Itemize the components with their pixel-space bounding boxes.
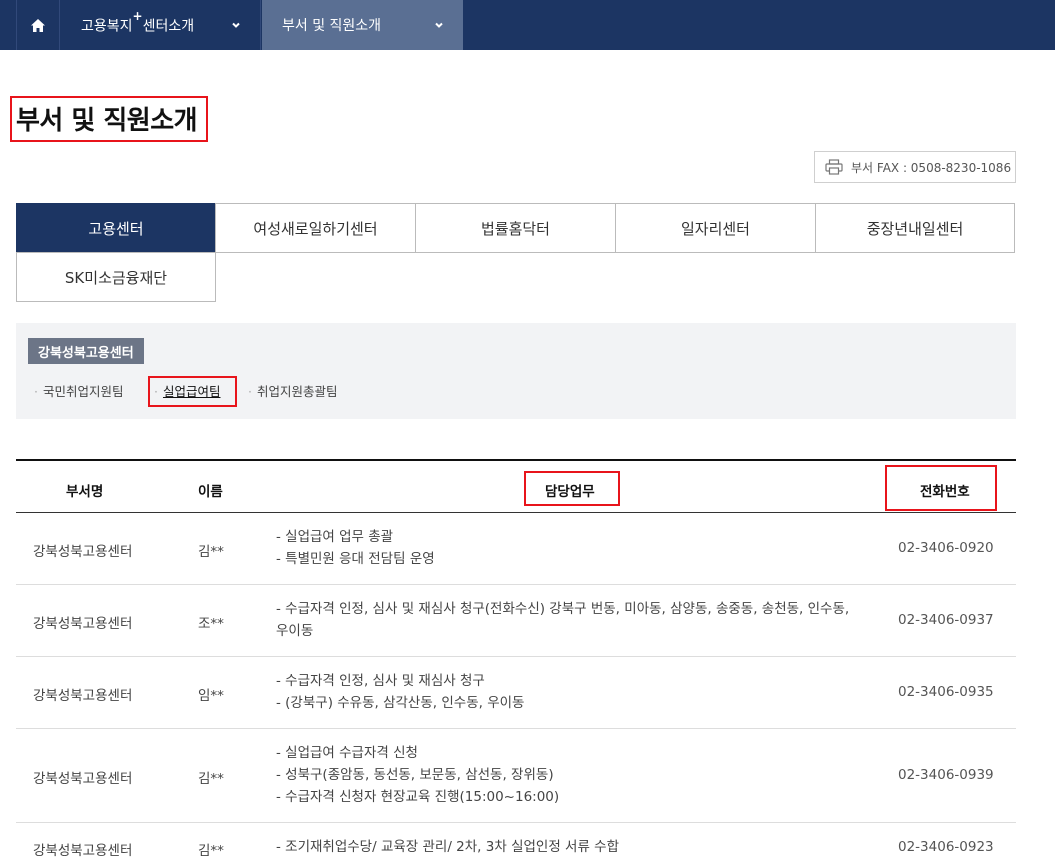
tab-employment-center[interactable]: 고용센터 [16,203,216,253]
nav-menu-staff-intro-label: 부서 및 직원소개 [282,18,382,34]
cell-phone: 02-3406-0937 [898,612,994,628]
cell-dept: 강북성북고용센터 [33,616,133,632]
cell-name: 김** [198,843,224,859]
fax-text: 부서 FAX : 0508-8230-1086 [851,160,1012,175]
cell-dept: 강북성북고용센터 [33,843,133,859]
cell-dept: 강북성북고용센터 [33,771,133,787]
cell-duties: - 실업급여 업무 총괄 - 특별민원 응대 전담팀 운영 [276,529,435,567]
tab-job-center[interactable]: 일자리센터 [615,203,816,253]
tab-legal-home-doctor[interactable]: 법률홈닥터 [415,203,616,253]
phone-header-highlight-box [885,465,997,511]
tab-womens-reemployment-center[interactable]: 여성새로일하기센터 [215,203,416,253]
col-header-dept: 부서명 [66,484,104,500]
table-top-border [16,459,1016,461]
cell-phone: 02-3406-0935 [898,684,994,700]
cell-name: 임** [198,688,224,704]
printer-icon [825,159,843,175]
row-divider [16,728,1016,729]
cell-phone: 02-3406-0920 [898,540,994,556]
cell-phone: 02-3406-0939 [898,767,994,783]
nav-menu-staff-intro[interactable]: 부서 및 직원소개 [262,0,463,50]
cell-name: 김** [198,544,224,560]
chevron-down-icon [435,22,443,28]
home-button[interactable] [16,0,60,50]
tab-sk-microfinance[interactable]: SK미소금융재단 [16,252,216,302]
page-title: 부서 및 직원소개 [16,106,198,136]
cell-phone: 02-3406-0923 [898,839,994,855]
duty-header-highlight-box [524,471,620,506]
cell-name: 조** [198,616,224,632]
row-divider [16,822,1016,823]
table-header-border [16,512,1016,513]
team-highlight-box [148,376,237,407]
row-divider [16,584,1016,585]
team-link-employment-support[interactable]: · 취업지원총괄팀 [248,381,338,400]
home-icon [31,18,45,32]
nav-menu-center-intro[interactable]: 고용복지+센터소개 [61,0,261,50]
tab-middle-aged-center[interactable]: 중장년내일센터 [815,203,1015,253]
cell-duties: - 조기재취업수당/ 교육장 관리/ 2차, 3차 실업인정 서류 수합 [276,839,620,855]
cell-dept: 강북성북고용센터 [33,688,133,704]
team-link-national-employment[interactable]: · 국민취업지원팀 [34,381,124,400]
row-divider [16,656,1016,657]
fax-button[interactable]: 부서 FAX : 0508-8230-1086 [814,151,1016,183]
cell-name: 김** [198,771,224,787]
cell-duties: - 실업급여 수급자격 신청 - 성북구(종암동, 동선동, 보문동, 삼선동,… [276,745,560,805]
center-name-badge: 강북성북고용센터 [28,338,144,364]
cell-duties: - 수급자격 인정, 심사 및 재심사 청구(전화수신) 강북구 번동, 미아동… [276,601,850,639]
col-header-name: 이름 [198,484,223,500]
top-nav: 고용복지+센터소개 부서 및 직원소개 [0,0,1055,50]
cell-duties: - 수급자격 인정, 심사 및 재심사 청구 - (강북구) 수유동, 삼각산동… [276,673,525,711]
chevron-down-icon [232,22,240,28]
nav-menu-center-intro-label: 고용복지+센터소개 [81,9,195,35]
cell-dept: 강북성북고용센터 [33,544,133,560]
